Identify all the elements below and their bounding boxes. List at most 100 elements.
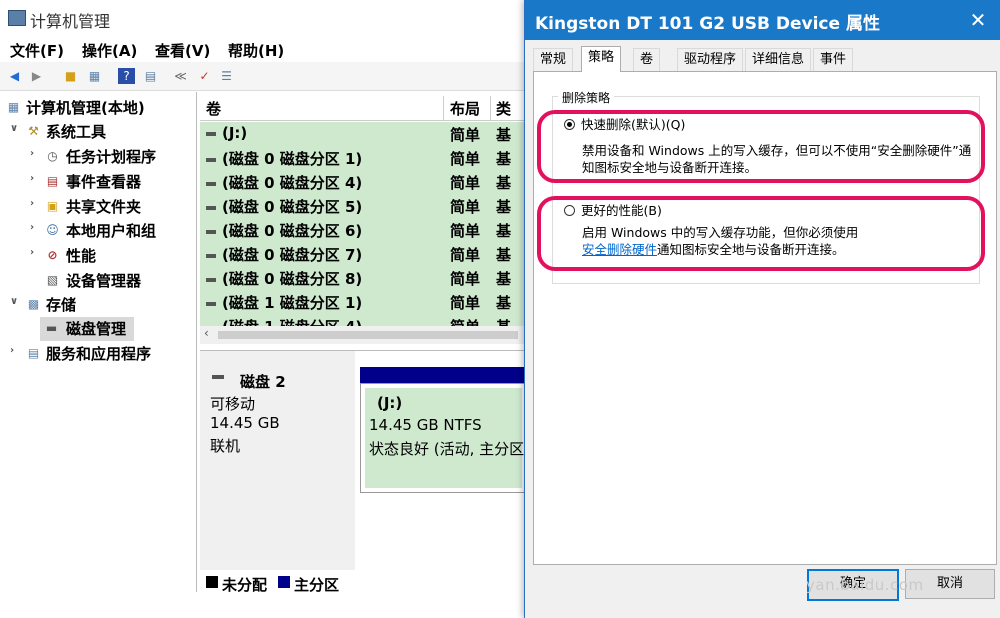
tree-root[interactable]: ▦ 计算机管理(本地) bbox=[0, 96, 196, 120]
expand-chevron-icon[interactable]: › bbox=[30, 198, 34, 209]
highlight-ring-quick-removal bbox=[537, 110, 985, 183]
tree-item-disk-management[interactable]: ▬ 磁盘管理 bbox=[40, 317, 134, 341]
expand-chevron-icon[interactable]: ∨ bbox=[10, 296, 18, 307]
tree-label: 性能 bbox=[66, 247, 97, 265]
table-row[interactable]: (磁盘 0 磁盘分区 5)简单基本 bbox=[200, 194, 525, 237]
help-icon[interactable]: ? bbox=[118, 68, 135, 84]
tree-item-task-scheduler[interactable]: › ◷ 任务计划程序 bbox=[0, 145, 196, 169]
tab-general[interactable]: 常规 bbox=[533, 48, 574, 71]
volume-list-header: 卷 布局 类型 bbox=[200, 96, 525, 139]
console-tree-icon[interactable]: ▦ bbox=[86, 68, 103, 84]
disk-icon bbox=[212, 375, 224, 379]
tree-item-device-manager[interactable]: ▧ 设备管理器 bbox=[0, 269, 196, 293]
computer-management-icon: ▦ bbox=[7, 100, 20, 114]
layout-cell: 简单 bbox=[450, 126, 481, 144]
column-divider[interactable] bbox=[490, 96, 491, 120]
watermark: yan.baidu.com bbox=[806, 576, 924, 594]
dialog-title: Kingston DT 101 G2 USB Device 属性 bbox=[535, 14, 880, 34]
close-icon[interactable]: ✕ bbox=[967, 8, 989, 32]
highlight-ring-better-performance bbox=[537, 196, 985, 271]
unallocated-swatch bbox=[206, 576, 218, 588]
services-icon: ▤ bbox=[27, 346, 40, 360]
expand-chevron-icon[interactable]: › bbox=[30, 222, 34, 233]
primary-swatch bbox=[278, 576, 290, 588]
tab-events[interactable]: 事件 bbox=[813, 48, 854, 71]
menu-view[interactable]: 查看(V) bbox=[155, 40, 210, 61]
tree-item-system-tools[interactable]: ∨ ⚒ 系统工具 bbox=[0, 120, 196, 144]
tree-root-label: 计算机管理(本地) bbox=[26, 99, 145, 117]
column-header-volume[interactable]: 卷 bbox=[206, 98, 221, 119]
tree-item-storage[interactable]: ∨ ▩ 存储 bbox=[0, 293, 196, 317]
table-row[interactable]: (磁盘 1 磁盘分区 1)简单基本 bbox=[200, 290, 525, 333]
partition-block[interactable]: (J:) 14.45 GB NTFS 状态良好 (活动, 主分区 bbox=[360, 383, 527, 493]
tree-label: 本地用户和组 bbox=[66, 222, 157, 240]
partition-fill: (J:) 14.45 GB NTFS 状态良好 (活动, 主分区 bbox=[365, 388, 525, 488]
table-row[interactable]: (磁盘 0 磁盘分区 7)简单基本 bbox=[200, 242, 525, 285]
expand-chevron-icon[interactable]: › bbox=[30, 247, 34, 258]
expand-chevron-icon[interactable]: › bbox=[30, 148, 34, 159]
removal-policy-label: 删除策略 bbox=[558, 89, 615, 106]
computer-management-icon bbox=[8, 10, 26, 26]
tab-details[interactable]: 详细信息 bbox=[745, 48, 812, 71]
volume-cell: (磁盘 0 磁盘分区 8) bbox=[206, 268, 362, 289]
column-header-layout[interactable]: 布局 bbox=[450, 98, 480, 119]
forward-arrow-icon[interactable]: ▶ bbox=[28, 68, 45, 84]
properties-icon[interactable]: ▤ bbox=[142, 68, 159, 84]
volume-name: (磁盘 0 磁盘分区 8) bbox=[222, 270, 363, 288]
volume-icon bbox=[206, 277, 216, 282]
tools-icon: ⚒ bbox=[28, 124, 39, 138]
column-divider[interactable] bbox=[443, 96, 444, 120]
table-row[interactable]: (磁盘 0 磁盘分区 8)简单基本 bbox=[200, 266, 525, 309]
main-title-bar: 计算机管理 bbox=[0, 0, 540, 36]
legend-unallocated: 未分配 bbox=[222, 576, 268, 594]
menu-help[interactable]: 帮助(H) bbox=[228, 40, 284, 61]
expand-chevron-icon[interactable]: › bbox=[10, 345, 14, 356]
table-row[interactable]: (磁盘 0 磁盘分区 1)简单基本 bbox=[200, 146, 525, 189]
disk-status: 联机 bbox=[210, 437, 241, 455]
volume-icon bbox=[206, 229, 216, 234]
tree-item-shared-folders[interactable]: › ▣ 共享文件夹 bbox=[0, 195, 196, 219]
tab-driver[interactable]: 驱动程序 bbox=[677, 48, 744, 71]
volume-cell: (磁盘 0 磁盘分区 4) bbox=[206, 172, 362, 193]
up-folder-icon[interactable]: ■ bbox=[62, 68, 79, 84]
tree-label: 事件查看器 bbox=[66, 173, 142, 191]
partition-status: 状态良好 (活动, 主分区 bbox=[369, 440, 525, 458]
menu-action[interactable]: 操作(A) bbox=[82, 40, 137, 61]
table-row[interactable]: (磁盘 0 磁盘分区 6)简单基本 bbox=[200, 218, 525, 261]
horizontal-scrollbar[interactable]: ‹ bbox=[200, 326, 525, 344]
tree-item-services[interactable]: › ▤ 服务和应用程序 bbox=[0, 342, 196, 366]
scrollbar-thumb[interactable] bbox=[218, 331, 518, 339]
tree-item-event-viewer[interactable]: › ▤ 事件查看器 bbox=[0, 170, 196, 194]
volume-cell: (磁盘 0 磁盘分区 1) bbox=[206, 148, 362, 169]
volume-cell: (J:) bbox=[206, 124, 247, 142]
table-row[interactable]: (J:)简单基本 bbox=[200, 122, 525, 165]
partition-name: (J:) bbox=[377, 394, 403, 412]
tree-item-performance[interactable]: › ⊘ 性能 bbox=[0, 244, 196, 268]
expand-chevron-icon[interactable]: › bbox=[30, 173, 34, 184]
tab-volumes[interactable]: 卷 bbox=[633, 48, 661, 71]
list-view-icon[interactable]: ☰ bbox=[218, 68, 235, 84]
scroll-left-icon[interactable]: ‹ bbox=[204, 326, 209, 340]
properties-dialog: Kingston DT 101 G2 USB Device 属性 ✕ 常规 策略… bbox=[524, 0, 1000, 618]
tab-policies[interactable]: 策略 bbox=[581, 46, 622, 72]
tree-item-local-users[interactable]: › ☺ 本地用户和组 bbox=[0, 219, 196, 243]
dialog-title-bar: Kingston DT 101 G2 USB Device 属性 ✕ bbox=[525, 0, 1000, 40]
disk-graphical-view: 磁盘 2 可移动 14.45 GB 联机 (J:) 14.45 GB NTFS … bbox=[200, 350, 527, 596]
volume-list: 卷 布局 类型 (J:)简单基本 (磁盘 0 磁盘分区 1)简单基本 (磁盘 0… bbox=[200, 92, 525, 342]
volume-name: (磁盘 0 磁盘分区 4) bbox=[222, 174, 363, 192]
expand-chevron-icon[interactable]: ∨ bbox=[10, 123, 18, 134]
menu-file[interactable]: 文件(F) bbox=[10, 40, 64, 61]
back-arrow-icon[interactable]: ◀ bbox=[6, 68, 23, 84]
shared-folder-icon: ▣ bbox=[46, 199, 59, 213]
event-viewer-icon: ▤ bbox=[46, 174, 59, 188]
tab-strip: 常规 策略 卷 驱动程序 详细信息 事件 bbox=[533, 46, 993, 72]
tree-label: 任务计划程序 bbox=[66, 148, 157, 166]
table-row[interactable]: (磁盘 0 磁盘分区 4)简单基本 bbox=[200, 170, 525, 213]
connect-icon[interactable]: ≪ bbox=[172, 68, 189, 84]
disk-info-panel: 磁盘 2 可移动 14.45 GB 联机 bbox=[200, 351, 355, 591]
disk-management-icon: ▬ bbox=[45, 321, 58, 335]
checklist-icon[interactable]: ✓ bbox=[196, 68, 213, 84]
legend-bar: 未分配 主分区 bbox=[200, 570, 525, 596]
tree-label: 设备管理器 bbox=[66, 272, 142, 290]
disk-size: 14.45 GB bbox=[210, 414, 280, 432]
